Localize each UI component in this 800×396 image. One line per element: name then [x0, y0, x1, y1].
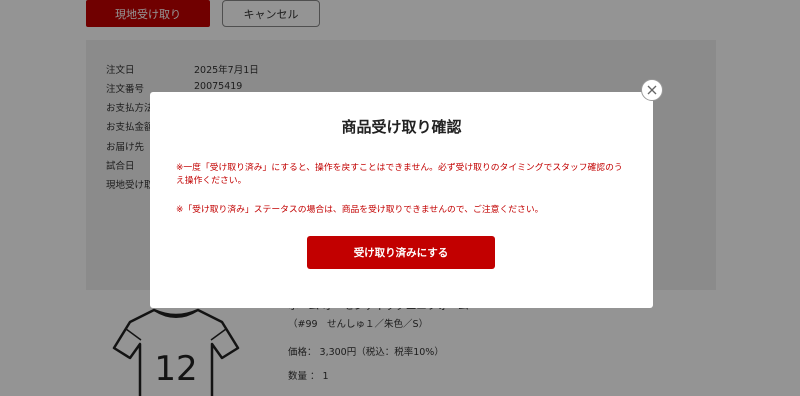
warning-message-status: ※「受け取り済み」ステータスの場合は、商品を受け取りできませんので、ご注意くださ…: [176, 205, 544, 215]
receipt-confirm-modal: 商品受け取り確認 ※一度「受け取り済み」にすると、操作を戻すことはできません。必…: [150, 92, 653, 308]
modal-close-button[interactable]: [641, 79, 663, 101]
modal-title: 商品受け取り確認: [341, 118, 462, 136]
close-icon: [647, 85, 657, 95]
mark-received-button-label: 受け取り済みにする: [353, 247, 449, 259]
warning-message-irreversible: ※一度「受け取り済み」にすると、操作を戻すことはできません。必ず受け取りのタイミ…: [176, 163, 623, 186]
mark-received-button[interactable]: 受け取り済みにする: [307, 236, 495, 269]
